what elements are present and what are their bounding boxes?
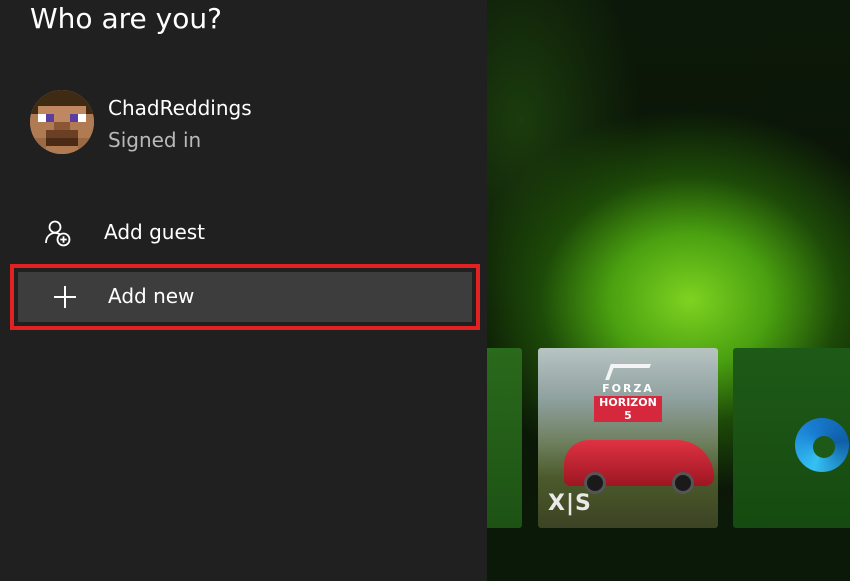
panel-title: Who are you? — [30, 2, 222, 35]
profile-status: Signed in — [108, 128, 202, 152]
forza-logo-bottom: HORIZON 5 — [594, 396, 662, 422]
screen: FORZA HORIZON 5 X|S Who are you? ChadRed… — [0, 0, 850, 581]
forza-logo: FORZA HORIZON 5 — [588, 362, 668, 422]
profile-item[interactable]: ChadReddings Signed in — [30, 90, 460, 160]
profile-name: ChadReddings — [108, 96, 252, 120]
forza-horizon-5-tile[interactable]: FORZA HORIZON 5 X|S — [538, 348, 718, 528]
forza-logo-top: FORZA — [602, 382, 654, 395]
minecraft-steve-avatar — [30, 90, 94, 154]
edge-tile[interactable] — [733, 348, 850, 528]
add-new-focus-background: Add new — [18, 272, 472, 322]
xs-badge: X|S — [548, 491, 592, 516]
forza-mark-icon — [605, 364, 651, 380]
add-new-label: Add new — [108, 284, 195, 308]
add-guest-item[interactable]: Add guest — [14, 208, 478, 258]
add-guest-icon — [42, 218, 72, 248]
add-new-item[interactable]: Add new — [10, 264, 480, 330]
add-guest-label: Add guest — [104, 220, 206, 244]
account-switcher-panel: Who are you? ChadReddings Signed in Add … — [0, 0, 487, 581]
edge-icon — [795, 418, 849, 472]
car-wheel — [672, 472, 694, 494]
plus-icon — [50, 282, 80, 312]
sports-car-image — [564, 440, 714, 494]
